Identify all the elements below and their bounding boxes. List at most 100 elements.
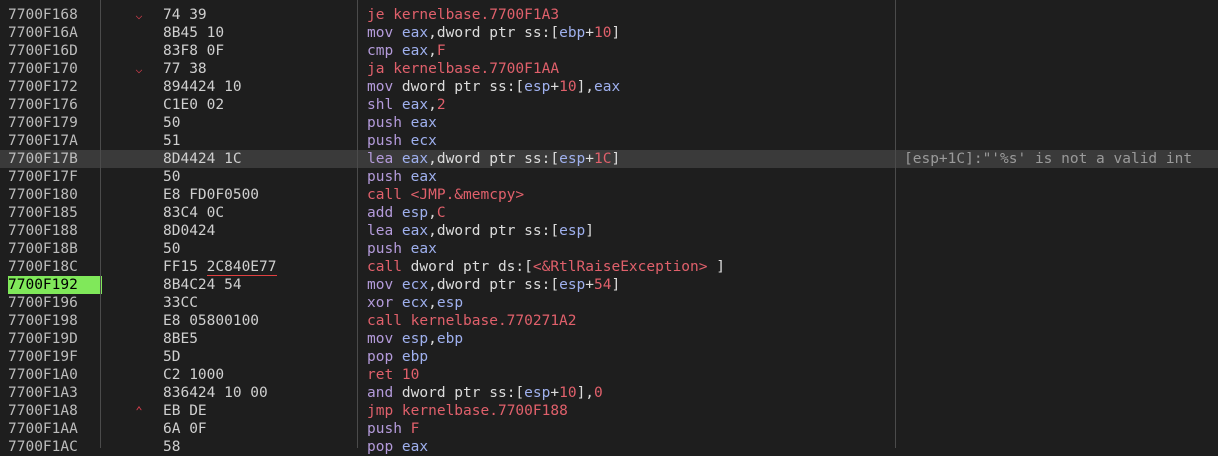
disasm-row[interactable]: 7700F1AA 6A 0F push F — [0, 420, 1218, 438]
comment-cell — [904, 168, 1218, 186]
address-cell[interactable]: 7700F1AA — [8, 420, 102, 438]
comment-cell — [904, 186, 1218, 204]
disasm-row[interactable]: 7700F1A0 C2 1000 ret 10 — [0, 366, 1218, 384]
instruction-token: je — [367, 7, 385, 23]
address-cell[interactable]: 7700F196 — [8, 294, 102, 312]
instruction-token: ds — [497, 259, 516, 275]
disasm-row[interactable]: 7700F16D 83F8 0F cmp eax,F — [0, 42, 1218, 60]
disassembly-view[interactable]: 7700F168 ⌵ 74 39 je kernelbase.7700F1A3 7700… — [0, 0, 1218, 455]
comment-cell — [904, 312, 1218, 330]
disasm-row[interactable]: 7700F168 ⌵ 74 39 je kernelbase.7700F1A3 — [0, 6, 1218, 24]
address-cell[interactable]: 7700F19F — [8, 348, 102, 366]
address-cell[interactable]: 7700F198 — [8, 312, 102, 330]
bytes-cell: 8B4C24 54 — [163, 277, 242, 293]
disasm-row[interactable]: 7700F172 894424 10 mov dword ptr ss:[esp+1… — [0, 78, 1218, 96]
comment-cell — [904, 402, 1218, 420]
instruction-token: ecx — [393, 277, 429, 293]
disassembly-cell: push ecx — [367, 132, 892, 150]
instruction-token: ebp — [559, 25, 586, 41]
disasm-row[interactable]: 7700F16A 8B45 10 mov eax,dword ptr ss:[ebp… — [0, 24, 1218, 42]
disasm-row[interactable]: 7700F19F 5D pop ebp — [0, 348, 1218, 366]
instruction-token: C — [436, 205, 446, 221]
address-cell[interactable]: 7700F185 — [8, 204, 102, 222]
address-cell[interactable]: 7700F170 — [8, 60, 102, 78]
disasm-row[interactable]: 7700F18B 50 push eax — [0, 240, 1218, 258]
instruction-token: ss — [524, 223, 542, 239]
comment-cell — [904, 258, 1218, 276]
address-cell[interactable]: 7700F180 — [8, 186, 102, 204]
jump-arrow-slot — [128, 186, 150, 204]
instruction-token: esp — [524, 385, 551, 401]
instruction-token: :[ — [541, 223, 560, 239]
comment-cell — [904, 78, 1218, 96]
disasm-row[interactable]: 7700F179 50 push eax — [0, 114, 1218, 132]
comment-cell — [904, 222, 1218, 240]
jump-arrow-slot — [128, 222, 150, 240]
address-cell[interactable]: 7700F16A — [8, 24, 102, 42]
jump-arrow-slot — [128, 114, 150, 132]
disassembly-cell: add esp,C — [367, 204, 892, 222]
disasm-row[interactable]: 7700F19D 8BE5 mov esp,ebp — [0, 330, 1218, 348]
instruction-token: ss — [524, 25, 542, 41]
instruction-token: + — [585, 277, 595, 293]
address-cell[interactable]: 7700F17B — [8, 150, 102, 168]
instruction-token: ja — [367, 61, 385, 77]
instruction-token: eax — [401, 115, 437, 131]
instruction-token: kernelbase.770271A2 — [401, 313, 577, 329]
bytes-cell: 8BE5 — [163, 331, 198, 347]
disasm-row[interactable]: 7700F170 ⌵ 77 38 ja kernelbase.7700F1AA — [0, 60, 1218, 78]
disasm-row[interactable]: 7700F1AC 58 pop eax — [0, 438, 1218, 456]
address-cell[interactable]: 7700F179 — [8, 114, 102, 132]
disassembly-cell: call kernelbase.770271A2 — [367, 312, 892, 330]
comment-cell — [904, 60, 1218, 78]
disasm-row[interactable]: 7700F185 83C4 0C add esp,C — [0, 204, 1218, 222]
address-cell[interactable]: 7700F17F — [8, 168, 102, 186]
disasm-row[interactable]: 7700F192 8B4C24 54 mov ecx,dword ptr ss:[e… — [0, 276, 1218, 294]
address-cell[interactable]: 7700F168 — [8, 6, 102, 24]
current-ip-address[interactable]: 7700F192 — [8, 276, 102, 294]
address-cell[interactable]: 7700F17A — [8, 132, 102, 150]
disasm-row[interactable]: 7700F176 C1E0 02 shl eax,2 — [0, 96, 1218, 114]
instruction-token: eax — [393, 439, 429, 455]
disasm-row[interactable]: 7700F17A 51 push ecx — [0, 132, 1218, 150]
disasm-row[interactable]: 7700F1A3 836424 10 00 and dword ptr ss:[es… — [0, 384, 1218, 402]
address-cell[interactable]: 7700F176 — [8, 96, 102, 114]
disasm-row[interactable]: 7700F198 E8 05800100 call kernelbase.77027… — [0, 312, 1218, 330]
disasm-row[interactable]: 7700F1A8 ⌃ EB DE jmp kernelbase.7700F188 — [0, 402, 1218, 420]
disassembly-cell: push eax — [367, 114, 892, 132]
address-cell[interactable]: 7700F16D — [8, 42, 102, 60]
address-cell[interactable]: 7700F1A3 — [8, 384, 102, 402]
disasm-row[interactable]: 7700F180 E8 FD0F0500 call <JMP.&memcpy> — [0, 186, 1218, 204]
disasm-row[interactable]: 7700F196 33CC xor ecx,esp — [0, 294, 1218, 312]
instruction-token: esp — [559, 223, 586, 239]
comment-cell — [904, 240, 1218, 258]
disasm-row[interactable]: 7700F18C FF15 2C840E77 call dword ptr ds:[… — [0, 258, 1218, 276]
comment-cell — [904, 384, 1218, 402]
address-cell[interactable]: 7700F188 — [8, 222, 102, 240]
bytes-cell: 5D — [163, 349, 181, 365]
disasm-row[interactable]: 7700F188 8D0424 lea eax,dword ptr ss:[esp] — [0, 222, 1218, 240]
instruction-token: eax — [393, 43, 429, 59]
address-cell[interactable]: 7700F1A8 — [8, 402, 102, 420]
address-cell[interactable]: 7700F1A0 — [8, 366, 102, 384]
jump-arrow-slot — [128, 348, 150, 366]
address-cell[interactable]: 7700F172 — [8, 78, 102, 96]
disasm-row[interactable]: 7700F17B 8D4424 1C lea eax,dword ptr ss:[e… — [0, 150, 1218, 168]
bytes-cell: 51 — [163, 133, 181, 149]
column-divider — [357, 0, 358, 448]
instruction-token: mov — [367, 331, 394, 347]
jump-arrow-slot — [128, 168, 150, 186]
instruction-token: kernelbase.7700F1A3 — [384, 7, 560, 23]
instruction-token: ] — [707, 259, 725, 275]
bytes-cell: 8D4424 1C — [163, 151, 242, 167]
instruction-token: + — [550, 385, 560, 401]
instruction-token: eax — [401, 169, 437, 185]
address-cell[interactable]: 7700F19D — [8, 330, 102, 348]
disasm-row[interactable]: 7700F17F 50 push eax — [0, 168, 1218, 186]
address-cell[interactable]: 7700F18C — [8, 258, 102, 276]
jump-arrow-slot — [128, 366, 150, 384]
jump-arrow-slot — [128, 330, 150, 348]
address-cell[interactable]: 7700F18B — [8, 240, 102, 258]
address-cell[interactable]: 7700F1AC — [8, 438, 102, 456]
disassembly-cell: pop eax — [367, 438, 892, 456]
